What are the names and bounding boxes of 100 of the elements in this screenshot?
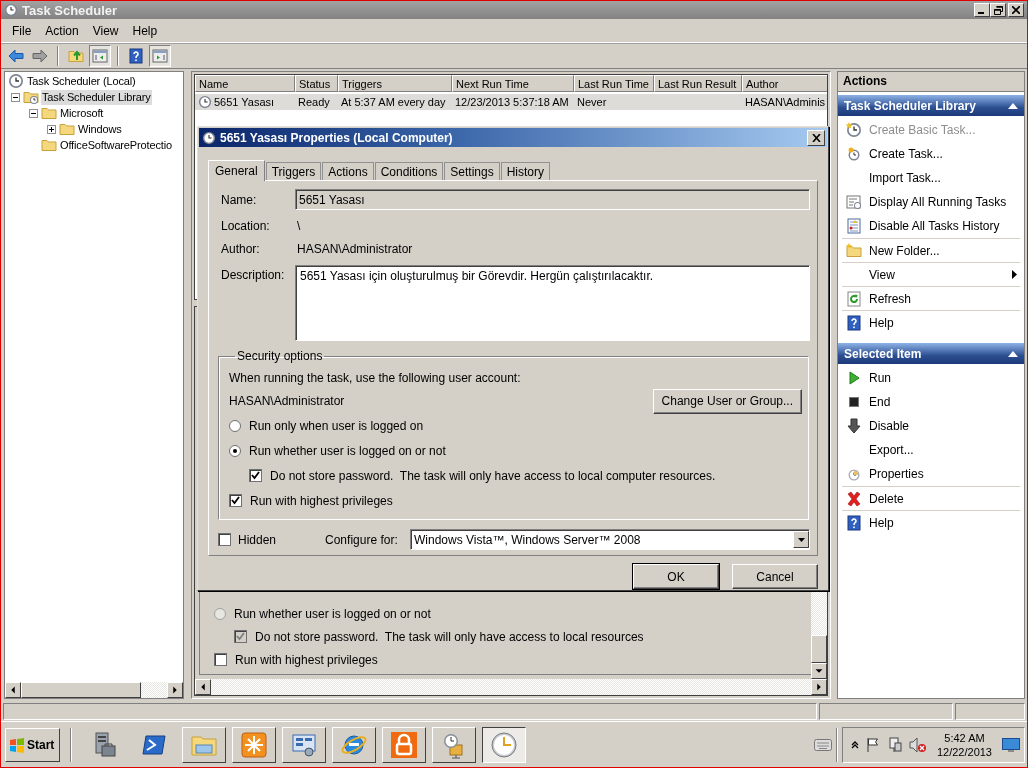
ok-button[interactable]: OK [633, 564, 719, 589]
pane-command[interactable]: Refresh [842, 286, 1020, 310]
table-cell: 5651 Yasası [214, 96, 275, 108]
scroll-thumb[interactable] [21, 682, 141, 698]
name-field[interactable]: 5651 Yasası [295, 189, 810, 210]
column-header[interactable]: Author [742, 75, 827, 92]
pane-command[interactable]: Export... [842, 438, 1020, 462]
tab[interactable]: Triggers [265, 162, 322, 180]
pane-header: Actions [838, 72, 1024, 92]
help-icon [846, 514, 862, 531]
restore-button[interactable] [990, 3, 1006, 17]
show-desktop-icon[interactable] [1002, 737, 1020, 752]
scroll-right-icon[interactable] [811, 679, 827, 695]
pane-command[interactable]: Properties [842, 462, 1020, 486]
checkbox-label: Do not store password. The task will only have access to local computer resources. [270, 468, 716, 483]
scroll-left-icon[interactable] [5, 682, 21, 698]
tree-item[interactable]: Windows [77, 121, 123, 137]
pane-command[interactable]: Help [842, 510, 1020, 534]
section-header[interactable]: Task Scheduler Library [838, 95, 1024, 116]
checkbox[interactable] [249, 469, 262, 482]
close-icon [811, 133, 821, 142]
tab[interactable]: Actions [322, 162, 374, 180]
scroll-down-icon[interactable] [811, 663, 827, 679]
tree-item[interactable]: Microsoft [59, 105, 105, 121]
collapse-arrow-icon[interactable] [1008, 350, 1018, 357]
horizontal-scrollbar[interactable] [195, 679, 827, 695]
section-header[interactable]: Selected Item [838, 343, 1024, 364]
start-button[interactable]: Start [5, 727, 60, 762]
checkbox[interactable] [229, 494, 242, 507]
column-header[interactable]: Next Run Time [452, 75, 574, 92]
submenu-arrow-icon [1012, 270, 1017, 279]
pane-command[interactable]: New Folder... [842, 238, 1020, 262]
horizontal-scrollbar[interactable] [5, 682, 183, 698]
scroll-thumb[interactable] [811, 635, 827, 663]
account-name: HASAN\Administrator [229, 394, 345, 408]
table-cell-text: HASAN\Adminis [744, 96, 827, 108]
checkbox[interactable] [214, 653, 227, 666]
action-label: Help [869, 315, 895, 330]
toolbar-button[interactable] [149, 45, 171, 67]
table-cell-text: At 5:37 AM every day [340, 96, 447, 108]
collapse-arrow-icon[interactable] [1008, 102, 1018, 109]
change-user-button[interactable]: Change User or Group... [652, 388, 802, 414]
taskbar-button[interactable] [482, 726, 526, 763]
column-header[interactable]: Last Run Time [574, 75, 654, 92]
dialog-title: 5651 Yasası Properties (Local Computer) [220, 130, 454, 145]
pane-command[interactable]: Create Task... [842, 142, 1020, 166]
tree-item[interactable]: Task Scheduler Library [41, 89, 152, 105]
pane-command[interactable]: Display All Running Tasks [842, 190, 1020, 214]
pane-command[interactable]: End [842, 390, 1020, 414]
column-header[interactable]: Triggers [338, 75, 452, 92]
clock-icon [846, 146, 862, 162]
tab[interactable]: History [500, 162, 551, 180]
tab[interactable]: Conditions [374, 162, 444, 180]
toolbar-button[interactable] [89, 45, 111, 67]
pane-command[interactable]: View [842, 262, 1020, 286]
radio-button[interactable] [229, 419, 241, 432]
pane-command[interactable]: Disable All Tasks History [842, 214, 1020, 238]
dropdown-arrow-icon [797, 537, 805, 542]
column-header[interactable]: Status [295, 75, 338, 92]
speaker-muted-icon[interactable] [908, 736, 927, 753]
column-header[interactable]: Last Run Result [654, 75, 742, 92]
action-label: Properties [869, 467, 925, 481]
configure-dropdown[interactable]: Windows Vista™, Windows Server™ 2008 [410, 529, 810, 550]
collapse-icon[interactable] [28, 108, 38, 118]
checkbox-label: Do not store password. The task will only have access to local resources [255, 629, 644, 644]
scroll-right-icon[interactable] [167, 682, 183, 698]
flag-icon[interactable] [864, 736, 881, 753]
scroll-left-icon[interactable] [195, 679, 211, 695]
pane-command[interactable]: Run [842, 366, 1020, 390]
cancel-button[interactable]: Cancel [732, 564, 818, 589]
column-header[interactable]: Name [195, 75, 295, 92]
close-button[interactable] [807, 129, 825, 146]
description-field[interactable]: 5651 Yasası için oluşturulmuş bir Görevdir. Hergün çalıştırılacaktır. [295, 265, 810, 341]
pane-command[interactable]: Disable [842, 414, 1020, 438]
close-button[interactable] [1008, 3, 1024, 17]
chevron-up-icon[interactable] [850, 740, 859, 749]
account-prompt: When running the task, use the following user account: [229, 371, 521, 385]
play-icon [846, 370, 862, 386]
menu-item[interactable]: Help [125, 23, 165, 38]
minimize-button[interactable] [974, 3, 990, 17]
network-icon[interactable] [886, 736, 903, 753]
table-row[interactable]: 5651 Yasası Ready At 5:37 AM every day 12/23/2013 5:37:18 AM Never HASAN\Adminis [195, 94, 827, 110]
tab[interactable]: General [208, 160, 265, 181]
tree-item[interactable]: Task Scheduler (Local) [26, 73, 137, 89]
pane-command[interactable]: Import Task... [842, 166, 1020, 190]
pane-command[interactable]: Delete [842, 486, 1020, 510]
window-title: Task Scheduler [22, 2, 119, 18]
radio-button[interactable] [229, 444, 241, 457]
menu-item[interactable]: File [5, 23, 39, 38]
collapse-icon[interactable] [10, 92, 20, 102]
expand-icon[interactable] [46, 124, 56, 134]
tree-item[interactable]: OfficeSoftwareProtectio [59, 137, 173, 153]
menu-item[interactable]: Action [38, 23, 86, 38]
field-value: \ [296, 219, 302, 233]
folder-icon [846, 242, 862, 259]
keyboard-icon[interactable] [813, 738, 832, 751]
menu-item[interactable]: View [85, 23, 126, 38]
checkbox[interactable] [218, 533, 231, 546]
pane-command[interactable]: Help [842, 310, 1020, 334]
tab[interactable]: Settings [444, 162, 500, 180]
